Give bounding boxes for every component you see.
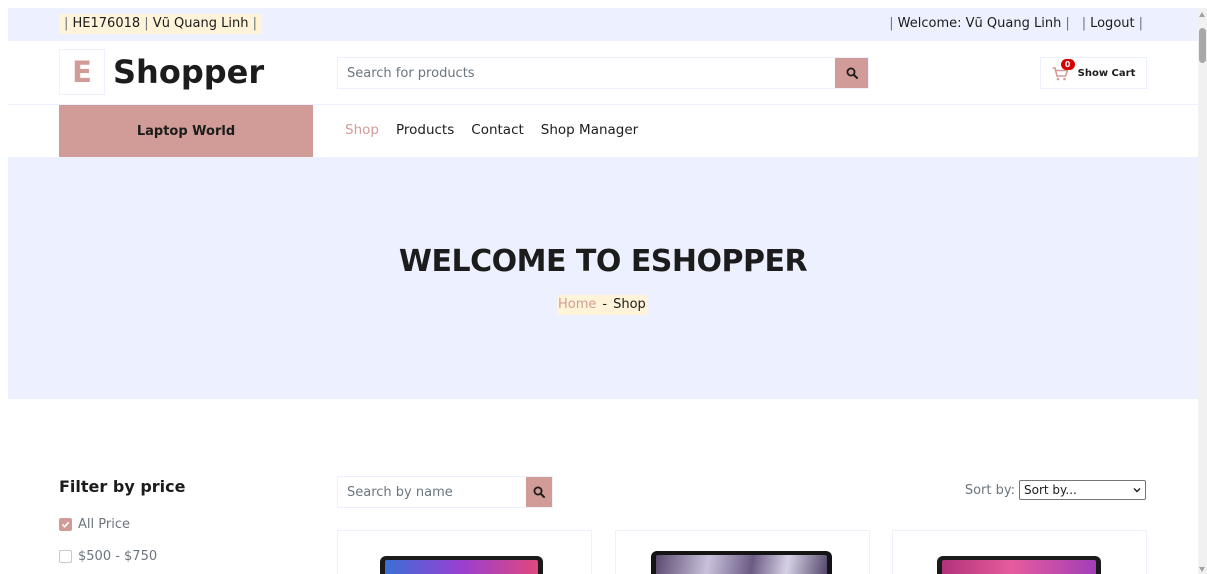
nav-shop-manager[interactable]: Shop Manager [541,122,638,138]
laptop-screen [942,560,1096,574]
product-image [651,551,832,574]
product-search-input[interactable] [338,58,835,88]
search-icon [533,486,545,498]
nav-products[interactable]: Products [396,122,454,138]
filter-option-500-750[interactable]: $500 - $750 [59,549,157,564]
separator: | [1081,16,1087,31]
page: | HE176018 | Vũ Quang Linh | | Welcome: … [0,0,1207,574]
product-search-button[interactable] [835,58,868,88]
welcome-text: Welcome: Vũ Quang Linh [897,16,1062,31]
logout-link[interactable]: Logout [1088,14,1137,34]
filter-option-all-price[interactable]: All Price [59,517,130,532]
filter-title: Filter by price [59,477,186,496]
logo-mark: E [59,49,105,95]
hero-banner: WELCOME TO ESHOPPER Home - Shop [8,157,1198,399]
hero-title: WELCOME TO ESHOPPER [398,244,808,279]
product-image [937,556,1101,574]
laptop-screen [656,555,827,574]
laptop-screen [385,560,538,574]
main-nav: Shop Products Contact Shop Manager [345,122,638,138]
filter-option-label: All Price [78,517,130,532]
topbar: | HE176018 | Vũ Quang Linh | | Welcome: … [8,8,1198,41]
separator: | [64,16,73,31]
chevron-down-icon [1133,488,1141,493]
logo-text: Shopper [113,53,265,91]
scroll-thumb[interactable] [1199,28,1206,63]
header: E Shopper 0 Show Cart [8,41,1198,105]
logo[interactable]: E Shopper [59,49,264,95]
sort-label: Sort by: [964,482,1015,498]
nav-contact[interactable]: Contact [471,122,524,138]
sort-selected-value: Sort by... [1024,483,1077,497]
checkbox[interactable] [59,518,72,531]
student-name: Vũ Quang Linh [152,16,249,31]
product-search [337,57,869,89]
scroll-up-arrow-icon[interactable] [1199,12,1205,17]
separator: | [1065,16,1070,31]
checkbox[interactable] [59,550,72,563]
separator: | [889,16,894,31]
name-search [337,476,553,508]
sort-control: Sort by: Sort by... [965,480,1146,500]
checkmark-icon [61,521,70,528]
filter-option-label: $500 - $750 [78,549,158,564]
breadcrumb-home[interactable]: Home [558,297,596,312]
product-image [380,556,543,574]
separator: | [140,16,153,31]
separator: | [1138,16,1143,31]
cart-icon-wrap: 0 [1052,59,1075,81]
product-card[interactable] [892,530,1147,574]
product-card[interactable] [615,530,870,574]
nav-shop[interactable]: Shop [345,122,379,138]
sort-select[interactable]: Sort by... [1019,480,1146,500]
breadcrumb-current: Shop [613,297,646,312]
name-search-button[interactable] [526,477,552,507]
scroll-down-arrow-icon[interactable] [1199,567,1205,572]
category-button[interactable]: Laptop World [59,105,313,157]
cart-count-badge: 0 [1060,59,1075,70]
product-card[interactable] [337,530,592,574]
student-id: HE176018 [72,16,141,31]
search-icon [846,67,858,79]
breadcrumb-separator: - [602,297,608,312]
name-search-input[interactable] [338,477,526,507]
show-cart-button[interactable]: 0 Show Cart [1040,57,1147,89]
breadcrumb: Home - Shop [557,295,647,315]
topbar-user-info: | HE176018 | Vũ Quang Linh | [59,14,262,34]
topbar-account: | Welcome: Vũ Quang Linh | | Logout | [887,14,1145,34]
page-scrollbar[interactable] [1198,8,1207,574]
separator: | [248,16,257,31]
show-cart-label: Show Cart [1077,67,1136,79]
